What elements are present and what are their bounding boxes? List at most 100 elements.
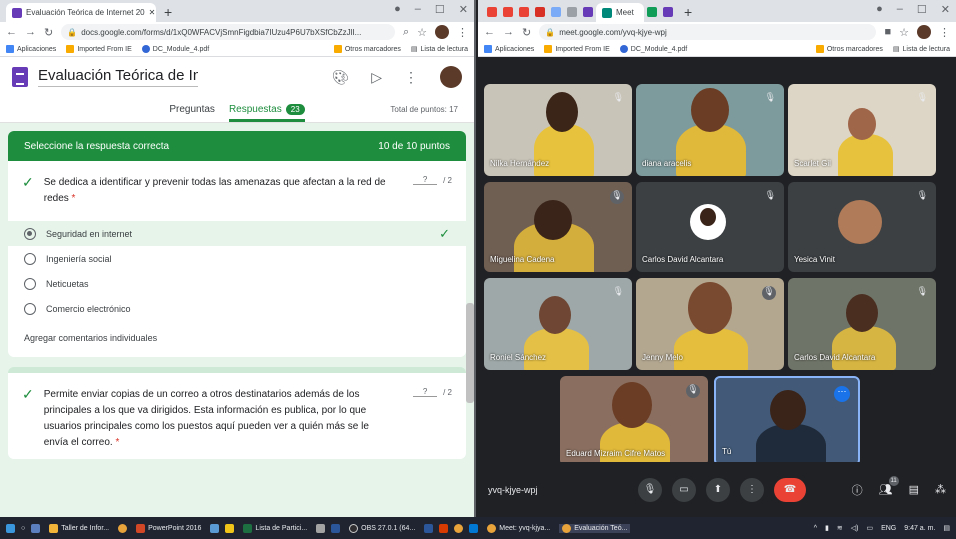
classroom-tab-icon[interactable] [647, 7, 657, 17]
send-icon[interactable]: ▷ [371, 69, 382, 86]
search-icon[interactable]: ○ [21, 525, 25, 532]
chat-icon[interactable]: ▤ [909, 483, 919, 496]
people-button[interactable]: 👥︎ 11 [879, 476, 899, 496]
participant-tile[interactable]: 🎙︎ Scarlet Gil [788, 84, 936, 176]
windows-start-icon[interactable] [6, 523, 15, 533]
network-icon[interactable]: ▮ [825, 524, 829, 532]
more-options-button[interactable]: ⋮ [740, 477, 764, 502]
bookmark-imported[interactable]: Imported From IE [66, 45, 132, 53]
palette-icon[interactable]: 🎨︎ [331, 69, 349, 86]
close-icon[interactable]: ✕ [149, 8, 156, 17]
bookmark-apps[interactable]: Aplicaciones [484, 45, 534, 53]
taskbar-item[interactable]: Taller de Infor... [46, 523, 112, 533]
account-avatar[interactable] [440, 66, 462, 88]
info-icon[interactable]: ⓘ [852, 482, 863, 498]
app-icon[interactable] [316, 523, 326, 533]
form-title[interactable]: Evaluación Teórica de Inter [38, 67, 198, 87]
back-icon[interactable]: ← [484, 26, 495, 38]
profile-avatar[interactable] [435, 25, 449, 39]
camera-icon[interactable]: ■ [884, 26, 891, 38]
youtube-tab-icon[interactable] [503, 7, 513, 17]
forward-icon[interactable]: → [25, 26, 36, 38]
address-bar[interactable]: 🔒 meet.google.com/yvq-kjye-wpj [539, 24, 877, 40]
menu-icon[interactable]: ⋮ [939, 26, 950, 39]
participant-tile[interactable]: 🎙︎ Carlos David Alcantara [788, 278, 936, 370]
scrollbar[interactable] [466, 303, 474, 403]
app-icon[interactable] [225, 523, 235, 533]
zoom-icon[interactable]: ⌕ [403, 26, 409, 39]
participant-tile[interactable]: 🎙︎ Yesica Vinit [788, 182, 936, 272]
app-icon[interactable] [439, 523, 449, 533]
new-tab-icon[interactable]: + [164, 3, 172, 22]
bookmark-other[interactable]: Otros marcadores [333, 45, 401, 53]
taskbar-item[interactable]: Lista de Partici... [240, 523, 310, 533]
participant-tile[interactable]: 🎙︎ Jenny Melo [636, 278, 784, 370]
more-options-icon[interactable]: ⋯ [834, 386, 850, 402]
present-button[interactable]: ⬆︎ [706, 477, 730, 502]
leave-call-button[interactable]: ☎︎ [774, 477, 806, 502]
minimize-icon[interactable]: – [415, 3, 421, 16]
bookmark-pdf[interactable]: DC_Module_4.pdf [141, 45, 209, 53]
bookmark-other[interactable]: Otros marcadores [815, 45, 883, 53]
participant-tile[interactable]: 🎙︎ Carlos David Alcantara [636, 182, 784, 272]
more-icon[interactable]: ⋮ [404, 69, 418, 86]
participant-tile[interactable]: 🎙︎ Miguelina Cadena [484, 182, 632, 272]
clock[interactable]: 9:47 a. m. [904, 525, 935, 532]
forms-tab-icon[interactable] [663, 7, 673, 17]
tab-questions[interactable]: Preguntas [169, 104, 215, 115]
app-icon[interactable] [210, 523, 220, 533]
bookmark-reading-list[interactable]: ▤ Lista de lectura [893, 45, 950, 54]
reload-icon[interactable]: ↻ [522, 26, 531, 39]
close-window-icon[interactable]: ✕ [941, 3, 950, 16]
chevron-up-icon[interactable]: ^ [814, 525, 817, 532]
star-icon[interactable]: ☆ [899, 26, 909, 39]
app-icon[interactable] [469, 523, 479, 533]
notifications-icon[interactable]: ▤ [943, 524, 950, 532]
new-tab-icon[interactable]: + [684, 3, 692, 22]
word-icon[interactable] [331, 523, 341, 533]
reload-icon[interactable]: ↻ [44, 26, 53, 39]
wifi-icon[interactable]: ≋ [837, 524, 843, 532]
forward-icon[interactable]: → [503, 26, 514, 38]
display-icon[interactable]: ▭ [866, 524, 873, 532]
participant-tile[interactable]: 🎙︎ diana aracelis [636, 84, 784, 176]
profile-dot-icon[interactable]: ● [876, 3, 883, 16]
add-feedback-link[interactable]: Agregar comentarios individuales [8, 321, 466, 357]
chrome-icon[interactable] [118, 523, 128, 533]
forms-logo-icon[interactable] [12, 67, 28, 87]
taskbar-item[interactable]: OBS 27.0.1 (64... [346, 523, 418, 533]
tab-icon[interactable] [567, 7, 577, 17]
taskbar-item[interactable]: Evaluación Teó... [559, 523, 631, 533]
camera-button[interactable]: ▭ [672, 477, 696, 502]
volume-icon[interactable]: ◁) [851, 524, 859, 532]
microphone-button[interactable]: 🎙︎ [638, 477, 662, 502]
bookmark-reading-list[interactable]: ▤ Lista de lectura [411, 45, 468, 54]
maximize-icon[interactable]: ☐ [917, 3, 927, 16]
address-bar[interactable]: 🔒 docs.google.com/forms/d/1xQ0WFACVjSmnF… [61, 24, 395, 40]
taskbar-item[interactable]: PowerPoint 2016 [133, 523, 204, 533]
taskbar-item[interactable]: Meet: yvq-kjya... [484, 523, 553, 533]
participant-tile[interactable]: 🎙︎ Nilka Hernández [484, 84, 632, 176]
score-input[interactable]: ? [413, 387, 438, 397]
bookmark-apps[interactable]: Aplicaciones [6, 45, 56, 53]
score-input[interactable]: ? [413, 175, 438, 185]
pdf-tab-icon[interactable] [535, 7, 545, 17]
maximize-icon[interactable]: ☐ [435, 3, 445, 16]
tab-meet[interactable]: Meet - yvq-kjye-wpj [596, 3, 644, 22]
star-icon[interactable]: ☆ [417, 26, 427, 39]
forms-tab-icon[interactable] [583, 7, 593, 17]
activities-icon[interactable]: ⁂ [935, 483, 946, 496]
bookmark-imported[interactable]: Imported From IE [544, 45, 610, 53]
youtube-tab-icon[interactable] [487, 7, 497, 17]
participant-tile[interactable]: 🎙︎ Roniel Sánchez [484, 278, 632, 370]
app-icon[interactable] [424, 523, 434, 533]
close-window-icon[interactable]: ✕ [459, 3, 468, 16]
bookmark-pdf[interactable]: DC_Module_4.pdf [619, 45, 687, 53]
tab-responses[interactable]: Respuestas 23 [228, 98, 305, 122]
tab-forms[interactable]: Evaluación Teórica de Internet 20 ✕ [6, 3, 156, 22]
back-icon[interactable]: ← [6, 26, 17, 38]
menu-icon[interactable]: ⋮ [457, 26, 468, 39]
chrome-icon[interactable] [454, 523, 464, 533]
tab-icon[interactable] [551, 7, 561, 17]
self-view-tile[interactable]: ⋯ Tú [714, 376, 860, 466]
